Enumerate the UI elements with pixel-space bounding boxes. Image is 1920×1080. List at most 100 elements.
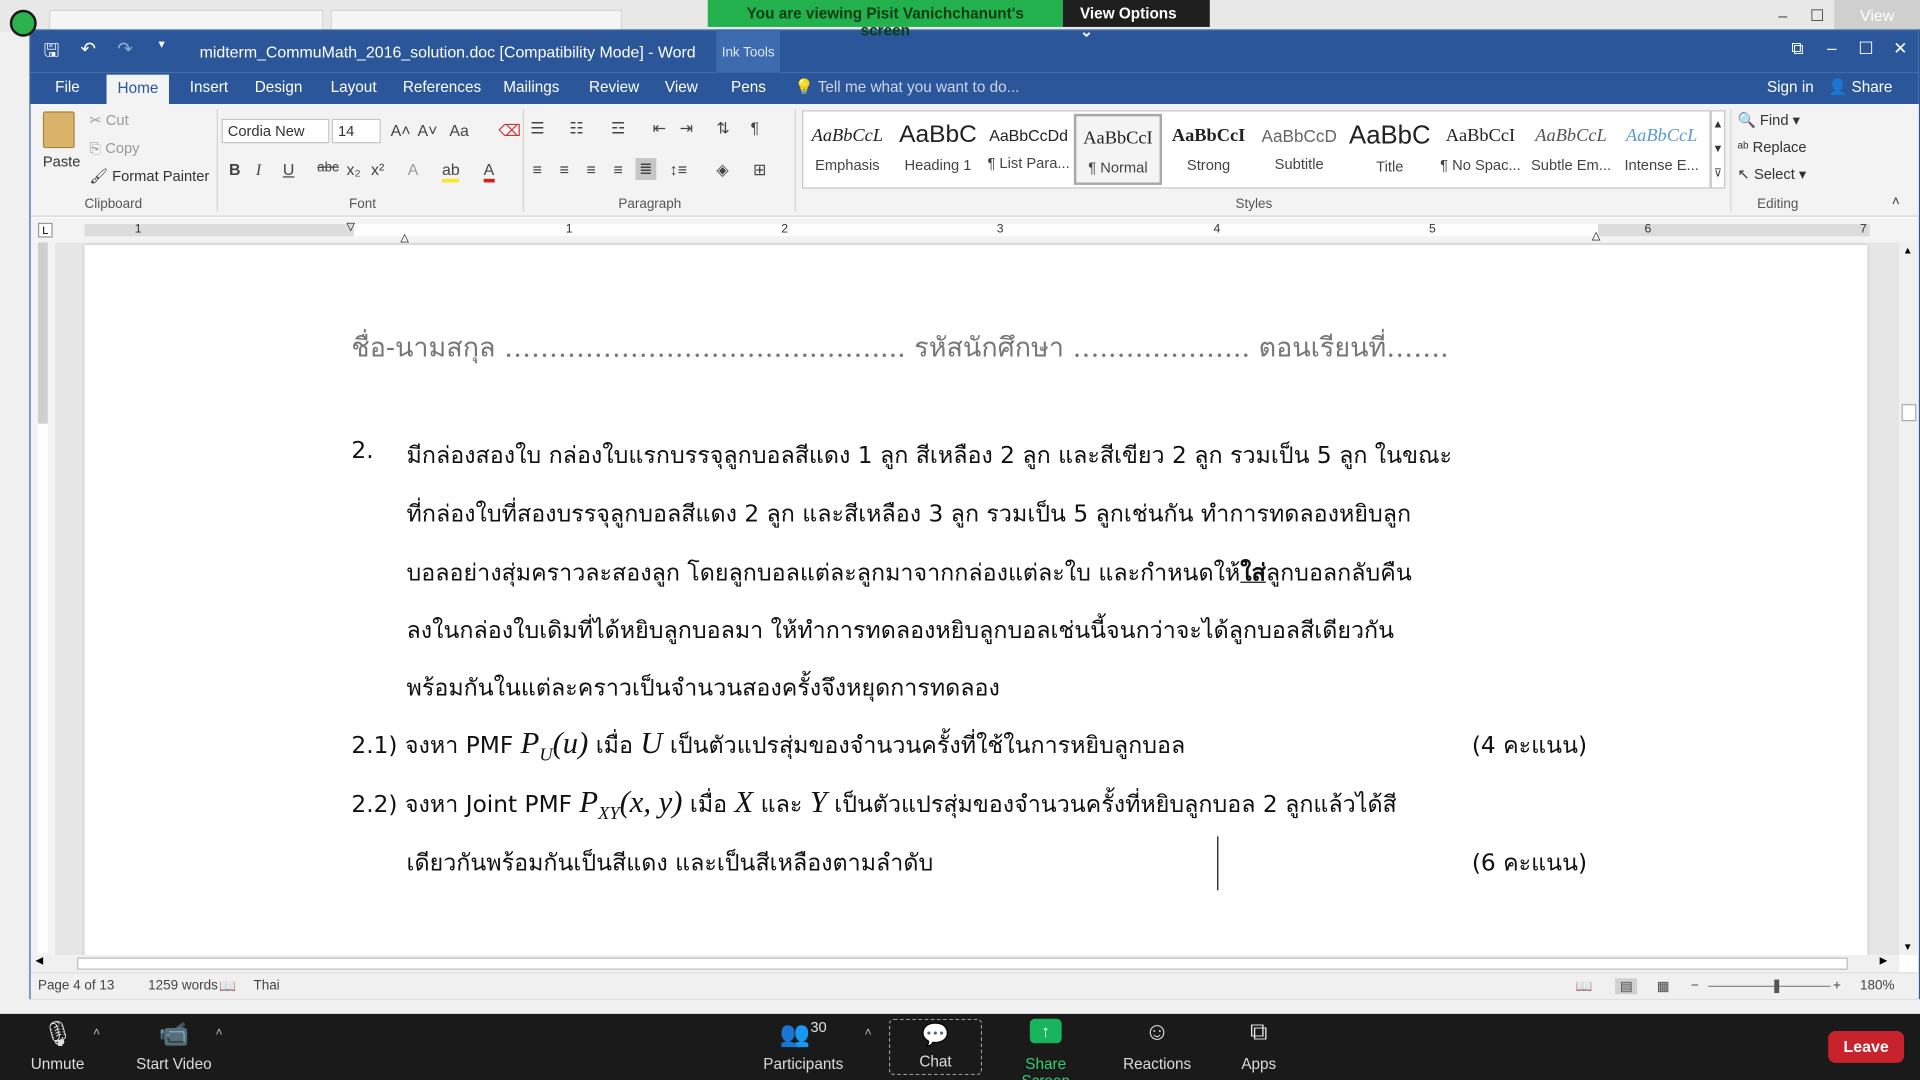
tab-pens[interactable]: Pens <box>731 78 766 95</box>
read-mode-icon[interactable]: 📖 <box>1576 978 1593 995</box>
scroll-left-icon[interactable]: ◀ <box>36 955 44 966</box>
superscript-icon[interactable]: x² <box>371 160 384 178</box>
scroll-up-icon[interactable]: ▲ <box>1903 245 1913 256</box>
leave-button[interactable]: Leave <box>1828 1031 1905 1063</box>
apps-button[interactable]: ⧉ Apps <box>1232 1019 1286 1073</box>
scroll-right-icon[interactable]: ▶ <box>1880 955 1888 966</box>
text-effects-icon[interactable]: A <box>408 160 419 178</box>
justify-icon[interactable]: ≡ <box>613 160 622 178</box>
document-page[interactable]: ชื่อ-นามสกุล ……………………………..…….... รหัสนัก… <box>84 244 1868 956</box>
align-left-icon[interactable]: ≡ <box>533 160 542 178</box>
subscript-icon[interactable]: x₂ <box>347 160 361 178</box>
right-indent-marker[interactable]: △ <box>1592 229 1600 242</box>
change-case-icon[interactable]: Aa <box>449 121 468 139</box>
font-color-icon[interactable]: A <box>483 160 495 183</box>
save-icon[interactable]: 🖫 <box>38 38 65 69</box>
start-video-button[interactable]: 📹 Start Video <box>132 1019 215 1072</box>
ribbon-display-icon[interactable]: ⧉ <box>1784 38 1811 59</box>
format-painter-button[interactable]: 🖌 Format Painter <box>89 168 209 185</box>
zoom-level[interactable]: 180% <box>1860 978 1894 993</box>
unmute-button[interactable]: 🎙 Unmute <box>27 1019 88 1072</box>
style-subtitle[interactable]: AaBbCcD Subtitle <box>1255 114 1343 185</box>
multilevel-list-icon[interactable]: ☲ <box>611 119 625 139</box>
tab-layout[interactable]: Layout <box>331 78 377 95</box>
maximize-icon[interactable]: ☐ <box>1800 0 1834 32</box>
italic-icon[interactable]: I <box>256 160 261 180</box>
style-no-spacing[interactable]: AaBbCcI ¶ No Spac... <box>1436 114 1524 185</box>
share-button[interactable]: 👤 Share <box>1828 78 1892 96</box>
replace-button[interactable]: ᵃᵇ Replace <box>1738 138 1807 155</box>
paste-button[interactable]: Paste <box>42 111 80 170</box>
line-spacing-icon[interactable]: ↕≡ <box>670 160 687 178</box>
reactions-button[interactable]: ☺ Reactions <box>1119 1019 1195 1073</box>
print-layout-icon[interactable]: ▤ <box>1615 978 1638 995</box>
tab-view[interactable]: View <box>665 78 698 95</box>
tab-home[interactable]: Home <box>106 74 170 105</box>
minimize-icon[interactable]: – <box>1818 38 1845 59</box>
font-size-combo[interactable]: 14 <box>331 118 381 144</box>
style-intense-emphasis[interactable]: AaBbCcL Intense E... <box>1618 114 1706 185</box>
tab-insert[interactable]: Insert <box>190 78 228 95</box>
customize-qat-icon[interactable]: ▾ <box>148 38 175 69</box>
style-heading-1[interactable]: AaBbC Heading 1 <box>894 114 982 185</box>
view-options-button[interactable]: View Options ⌄ <box>1062 0 1210 40</box>
tab-mailings[interactable]: Mailings <box>503 78 559 95</box>
tab-review[interactable]: Review <box>589 78 639 95</box>
style-list-paragraph[interactable]: AaBbCcDd ¶ List Para... <box>984 114 1072 185</box>
increase-indent-icon[interactable]: ⇥ <box>680 119 693 139</box>
chat-button[interactable]: 💬 Chat <box>888 1018 983 1076</box>
borders-icon[interactable]: ⊞ <box>753 160 766 180</box>
styles-scroll[interactable]: ▲ ▼ ⊽ <box>1710 110 1726 189</box>
participants-button[interactable]: 👥30 Participants <box>759 1019 847 1073</box>
cut-button[interactable]: ✂ Cut <box>89 111 128 128</box>
view-button[interactable]: View <box>1834 0 1920 32</box>
zoom-slider-thumb[interactable] <box>1774 979 1780 994</box>
style-title[interactable]: AaBbC Title <box>1346 114 1434 185</box>
align-center-icon[interactable]: ≡ <box>560 160 569 178</box>
close-icon[interactable]: ✕ <box>1887 38 1914 59</box>
sort-icon[interactable]: ⇅ <box>716 119 729 139</box>
show-marks-icon[interactable]: ¶ <box>751 119 760 137</box>
zoom-slider[interactable] <box>1708 985 1831 987</box>
vertical-scroll-thumb[interactable] <box>1901 404 1917 422</box>
decrease-indent-icon[interactable]: ⇤ <box>653 119 666 139</box>
undo-icon[interactable]: ↶ <box>75 38 102 69</box>
horizontal-scrollbar[interactable]: ◀ ▶ <box>30 955 1900 973</box>
tab-design[interactable]: Design <box>255 78 303 95</box>
tell-me-search[interactable]: 💡 Tell me what you want to do... <box>795 78 1020 96</box>
redo-icon[interactable]: ↷ <box>111 38 138 69</box>
zoom-in-icon[interactable]: + <box>1833 978 1841 993</box>
page-count[interactable]: Page 4 of 13 <box>38 978 114 993</box>
word-count[interactable]: 1259 words <box>148 978 218 993</box>
numbering-icon[interactable]: ☷ <box>569 119 583 139</box>
zoom-out-icon[interactable]: − <box>1691 978 1699 993</box>
language-label[interactable]: Thai <box>253 978 279 993</box>
font-name-combo[interactable]: Cordia New <box>221 118 330 144</box>
style-strong[interactable]: AaBbCcI Strong <box>1164 114 1252 185</box>
thai-distributed-icon[interactable]: ≣ <box>635 157 657 181</box>
participants-options-icon[interactable]: ˄ <box>864 1026 871 1039</box>
style-normal[interactable]: AaBbCcI ¶ Normal <box>1073 113 1163 185</box>
horizontal-scroll-thumb[interactable] <box>77 957 1848 970</box>
tab-selector-icon[interactable]: L <box>37 222 53 238</box>
video-options-icon[interactable]: ˄ <box>216 1026 223 1039</box>
shrink-font-icon[interactable]: A˅ <box>418 121 438 139</box>
grow-font-icon[interactable]: A˄ <box>391 121 411 139</box>
underline-icon[interactable]: U <box>283 160 294 178</box>
minimize-icon[interactable]: – <box>1766 0 1800 32</box>
clear-formatting-icon[interactable]: ⌫ <box>498 121 521 141</box>
document-canvas[interactable]: ชื่อ-นามสกุล ……………………………..…….... รหัสนัก… <box>55 242 1900 956</box>
style-emphasis[interactable]: AaBbCcL Emphasis <box>803 114 891 185</box>
shading-icon[interactable]: ◈ <box>716 160 728 180</box>
tab-references[interactable]: References <box>403 78 481 95</box>
strikethrough-icon[interactable]: abc <box>317 160 339 175</box>
select-button[interactable]: ↖ Select ▾ <box>1738 165 1807 182</box>
bullets-icon[interactable]: ☰ <box>530 119 544 139</box>
scroll-down-icon[interactable]: ▼ <box>1903 942 1913 953</box>
align-right-icon[interactable]: ≡ <box>587 160 596 178</box>
style-subtle-emphasis[interactable]: AaBbCcL Subtle Em... <box>1527 114 1615 185</box>
collapse-ribbon-icon[interactable]: ˄ <box>1892 195 1900 210</box>
first-line-indent-marker[interactable]: ▽ <box>347 220 355 233</box>
tab-file[interactable]: File <box>55 78 80 95</box>
vertical-scrollbar[interactable]: ▲ ▼ <box>1899 242 1919 956</box>
